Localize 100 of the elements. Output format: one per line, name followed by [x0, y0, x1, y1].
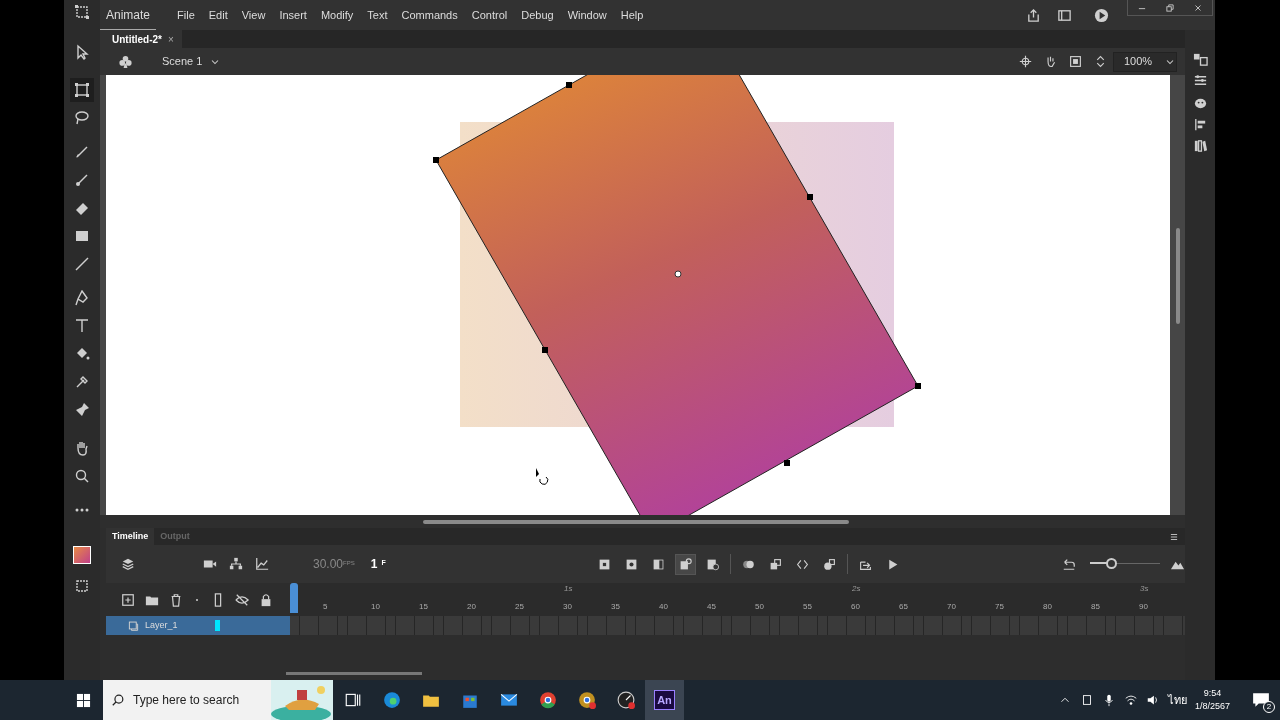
rectangle-icon[interactable] — [74, 228, 90, 244]
scrollbar-thumb[interactable] — [1175, 228, 1180, 324]
tab-label: Untitled-2* — [112, 32, 162, 47]
menu-item[interactable]: View — [234, 6, 273, 24]
trash-icon[interactable] — [169, 592, 183, 607]
layers-icon[interactable] — [121, 557, 135, 571]
language-indicator[interactable]: ไทย — [1167, 691, 1187, 709]
code-icon[interactable] — [795, 557, 809, 571]
stepper-icon[interactable] — [1094, 55, 1107, 68]
frame-number: 35 — [611, 601, 620, 613]
close-button[interactable]: × — [168, 31, 174, 47]
frame-number: 70 — [947, 601, 956, 613]
menu-icon[interactable] — [1169, 532, 1179, 542]
rotate-cursor-icon — [536, 468, 549, 485]
search-icon — [111, 693, 125, 707]
free-transform-icon[interactable] — [74, 4, 90, 20]
frame-number: 90 — [1139, 601, 1148, 613]
add-layer-icon[interactable] — [121, 592, 135, 607]
books-icon[interactable] — [1192, 138, 1208, 153]
zoom-icon[interactable] — [74, 468, 90, 484]
selection-arrow-icon[interactable] — [74, 44, 90, 60]
zoom-dropdown[interactable]: 100% — [1113, 51, 1177, 72]
browser-icon[interactable] — [382, 691, 401, 709]
animate-taskbar-button[interactable]: An — [645, 680, 684, 720]
copy-icon[interactable] — [768, 557, 782, 571]
windows-icon[interactable] — [76, 692, 91, 708]
document-tab[interactable]: Untitled-2* × — [100, 30, 182, 48]
frame-number: 55 — [803, 601, 812, 613]
hand-icon[interactable] — [1044, 55, 1057, 68]
line-icon[interactable] — [74, 256, 90, 272]
close-icon[interactable] — [1193, 2, 1203, 13]
panel-icon[interactable] — [1057, 7, 1072, 23]
share-icon[interactable] — [1026, 7, 1041, 23]
eye-hidden-icon[interactable] — [235, 592, 249, 607]
delete-frame-icon[interactable] — [705, 557, 719, 571]
scene-dropdown[interactable]: Scene 1 — [155, 53, 210, 70]
crosshair-icon[interactable] — [1019, 55, 1032, 68]
restore-icon[interactable] — [1165, 2, 1175, 13]
play-icon[interactable] — [1094, 7, 1109, 23]
layer-row[interactable]: Layer_1 — [106, 616, 290, 635]
scrollbar-thumb[interactable] — [423, 519, 849, 524]
gauge-icon[interactable] — [616, 691, 635, 709]
color-swatch[interactable] — [73, 546, 91, 564]
lasso-icon[interactable] — [74, 110, 90, 126]
brush-icon[interactable] — [74, 172, 90, 188]
time-label: 2s — [852, 583, 861, 595]
layer-icon[interactable] — [128, 620, 139, 631]
chrome-icon[interactable] — [577, 691, 596, 709]
panel-tab[interactable]: Timeline — [106, 528, 155, 545]
paste-icon[interactable] — [822, 557, 836, 571]
frame-number: 5 — [323, 601, 328, 613]
free-transform-icon[interactable] — [74, 578, 90, 594]
menu-item[interactable]: Commands — [394, 6, 465, 24]
frame-number: 40 — [659, 601, 668, 613]
layer-name: Layer_1 — [145, 618, 179, 632]
eyedropper-icon[interactable] — [74, 374, 90, 390]
speaker-icon[interactable] — [1145, 693, 1160, 707]
menu-item[interactable]: Text — [360, 6, 395, 24]
library-icon[interactable] — [1192, 52, 1208, 67]
frame-icon[interactable] — [651, 557, 665, 571]
menu-item[interactable]: Modify — [313, 6, 361, 24]
blank-keyframe-icon[interactable] — [624, 557, 638, 571]
frame-number: 15 — [419, 601, 428, 613]
text-icon[interactable] — [74, 318, 90, 334]
menu-item[interactable]: Control — [464, 6, 515, 24]
zoom-slider[interactable] — [1089, 558, 1160, 570]
scrollbar-thumb[interactable] — [286, 672, 422, 675]
undo-icon[interactable] — [1061, 557, 1076, 571]
chrome-icon[interactable] — [538, 691, 557, 709]
keyframe-icon[interactable] — [597, 557, 611, 571]
sliders-icon[interactable] — [1192, 73, 1208, 88]
clip-icon[interactable] — [1069, 55, 1082, 68]
lock-icon[interactable] — [259, 592, 273, 607]
notification-icon[interactable] — [1252, 691, 1270, 709]
menu-item[interactable]: File — [170, 6, 202, 24]
frame-number: 80 — [1043, 601, 1052, 613]
task-view-icon[interactable] — [343, 691, 362, 709]
align-icon[interactable] — [1192, 117, 1208, 132]
menu-item[interactable]: Edit — [201, 6, 235, 24]
frame-number: 45 — [707, 601, 716, 613]
time-label: 3s — [1140, 583, 1149, 595]
search-bar[interactable]: Type here to search — [103, 680, 333, 720]
graph-icon[interactable] — [255, 557, 269, 571]
frame-number: 20 — [467, 601, 476, 613]
fps-readout: 30.00$^{FPS}$ — [313, 556, 355, 573]
search-field[interactable]: Type here to search — [131, 690, 261, 710]
menu-item[interactable]: Help — [613, 6, 651, 24]
hierarchy-icon[interactable] — [229, 557, 243, 571]
club-icon[interactable] — [118, 54, 133, 69]
slider-thumb[interactable] — [1105, 558, 1117, 569]
wifi-icon[interactable] — [1123, 693, 1138, 707]
menu-item[interactable]: Debug — [514, 6, 561, 24]
frame-readout: 1 $^{F}$ — [370, 556, 386, 573]
pen-icon[interactable] — [74, 290, 90, 306]
menu-item[interactable]: Window — [560, 6, 614, 24]
hand-icon[interactable] — [74, 440, 90, 456]
menu-item[interactable]: Insert — [272, 6, 314, 24]
mail-icon[interactable] — [499, 691, 518, 709]
brush-icon[interactable] — [74, 144, 90, 160]
clock[interactable]: 9:54 1/8/2567 — [1194, 687, 1230, 713]
